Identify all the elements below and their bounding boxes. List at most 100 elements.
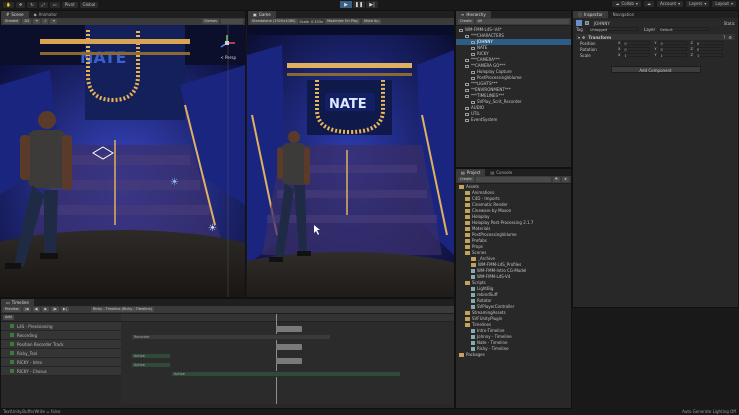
- layers-dropdown[interactable]: Layers ▾: [686, 1, 710, 7]
- tab-hierarchy[interactable]: ≡ Hierarchy: [456, 11, 491, 18]
- tab-inspector[interactable]: ⓘ Inspector: [573, 11, 608, 18]
- timeline-track[interactable]: Recording: [1, 331, 121, 340]
- next-frame-icon[interactable]: |▶: [51, 307, 59, 312]
- timeline-track[interactable]: Position Recorder Track: [1, 340, 121, 349]
- layout-dropdown[interactable]: Layout ▾: [712, 1, 736, 7]
- toolbar-right: ☁ Collab ▾ ☁ Account ▾ Layers ▾ Layout ▾: [612, 1, 736, 7]
- timeline-asset-dropdown[interactable]: Ricky - Timeline (Ricky - Timeline): [90, 307, 155, 312]
- hand-tool-button[interactable]: ✋: [3, 1, 14, 8]
- hierarchy-tabbar: ≡ Hierarchy: [456, 11, 571, 18]
- add-track-dropdown[interactable]: Add: [3, 315, 14, 320]
- timeline-track[interactable]: RICKY - Intro: [1, 358, 121, 367]
- timeline-track[interactable]: RICKY - Chorus: [1, 367, 121, 376]
- y-field[interactable]: 1: [658, 52, 687, 58]
- project-item[interactable]: Packages: [456, 352, 571, 358]
- x-field[interactable]: 0: [622, 46, 651, 52]
- go-start-icon[interactable]: |◀: [22, 307, 31, 312]
- collab-button[interactable]: ☁ Collab ▾: [612, 1, 641, 7]
- scene-viewport[interactable]: NATE ☀ ☀ < Persp: [0, 25, 245, 297]
- x-field[interactable]: 1: [622, 52, 651, 58]
- add-component-button[interactable]: Add Component: [610, 66, 701, 73]
- global-toggle[interactable]: Global: [79, 1, 99, 8]
- shading-dropdown[interactable]: Shaded: [3, 19, 21, 24]
- filter-icon[interactable]: ⚑: [552, 177, 560, 182]
- timeline-track[interactable]: L4S - Previsioning: [1, 322, 121, 331]
- timeline-clip-block[interactable]: [276, 326, 302, 332]
- play-button[interactable]: ▶: [340, 1, 352, 8]
- step-button[interactable]: ▶|: [366, 1, 378, 8]
- object-header: JOHNNY Static: [576, 20, 735, 26]
- cloud-icon[interactable]: ☁: [643, 1, 654, 7]
- rect-tool-button[interactable]: ▭: [49, 1, 60, 8]
- project-search-input[interactable]: [475, 177, 551, 182]
- scene-search-input[interactable]: [221, 19, 243, 24]
- tab-animator[interactable]: ◆ Animator: [29, 11, 62, 18]
- display-dropdown[interactable]: Standalone (1920x1080): [250, 19, 298, 24]
- timeline-clip-block[interactable]: [276, 358, 302, 364]
- game-render: NATE: [247, 25, 454, 297]
- tab-animator-label: Animator: [38, 12, 58, 17]
- toggle-2d-button[interactable]: 2D: [22, 19, 32, 24]
- pivot-toggle[interactable]: Pivot: [61, 1, 78, 8]
- tab-hierarchy-label: Hierarchy: [466, 12, 486, 17]
- effects-icon[interactable]: ✦: [50, 19, 58, 24]
- z-field[interactable]: 0: [694, 46, 723, 52]
- pause-button[interactable]: ❚❚: [353, 1, 365, 8]
- timeline-track-label: Position Recorder Track: [17, 341, 64, 347]
- timeline-clip[interactable]: Active: [131, 353, 171, 359]
- object-name-field[interactable]: JOHNNY: [592, 20, 721, 26]
- persp-label[interactable]: < Persp: [220, 55, 236, 60]
- settings-icon[interactable]: ⚙: [728, 35, 732, 40]
- z-field[interactable]: 0: [694, 40, 723, 46]
- z-field[interactable]: 1: [694, 52, 723, 58]
- maximize-on-play-toggle[interactable]: Maximize On Play: [325, 19, 361, 24]
- mute-audio-toggle[interactable]: Mute Au: [362, 19, 381, 24]
- timeline-body: Add L4S - Previsioning Recording Position …: [1, 314, 454, 404]
- tab-game[interactable]: ▣ Game: [248, 11, 276, 18]
- static-checkbox[interactable]: Static: [724, 21, 735, 26]
- tab-timeline[interactable]: ▭ Timeline: [1, 299, 34, 306]
- status-message[interactable]: TextUnity.BufferWrite = false: [0, 409, 60, 414]
- scale-tool-button[interactable]: ⤢: [38, 1, 48, 8]
- tag-dropdown[interactable]: Untagged: [588, 26, 638, 32]
- timeline-track[interactable]: Ricky_Tsol: [1, 349, 121, 358]
- lighting-icon[interactable]: ☀: [33, 19, 41, 24]
- layer-dropdown[interactable]: Default: [658, 26, 708, 32]
- account-dropdown[interactable]: Account ▾: [656, 1, 684, 7]
- help-icon[interactable]: ?: [723, 35, 725, 40]
- gizmos-dropdown[interactable]: Gizmos: [202, 19, 219, 24]
- timeline-clip[interactable]: Recorder: [131, 334, 331, 340]
- timeline-clip-block[interactable]: [276, 344, 302, 350]
- audio-icon[interactable]: ♪: [42, 19, 49, 24]
- time-ruler[interactable]: [121, 314, 454, 322]
- scale-value[interactable]: 0.333x: [311, 20, 323, 24]
- game-viewport[interactable]: NATE: [247, 25, 454, 297]
- gameobject-icon: [465, 118, 469, 122]
- hierarchy-create-dropdown[interactable]: Create: [458, 19, 474, 24]
- move-tool-button[interactable]: ✥: [15, 1, 26, 8]
- y-field[interactable]: 0: [658, 46, 687, 52]
- rotate-tool-button[interactable]: ↻: [27, 1, 37, 8]
- hierarchy-item[interactable]: EventSystem: [456, 117, 571, 123]
- tab-project[interactable]: ▤ Project: [456, 169, 486, 176]
- account-label: Account: [659, 1, 677, 6]
- layout-label: Layout: [715, 1, 729, 6]
- project-create-dropdown[interactable]: Create: [458, 177, 474, 182]
- x-field[interactable]: 0: [622, 40, 651, 46]
- tab-console[interactable]: ▤ Console: [485, 169, 517, 176]
- folder-icon: [465, 251, 470, 255]
- clip-area[interactable]: Recorder Active Active Active: [121, 314, 454, 404]
- hierarchy-search-input[interactable]: All: [475, 19, 569, 24]
- active-checkbox[interactable]: [585, 21, 589, 25]
- timeline-play-icon[interactable]: ▶: [42, 307, 50, 312]
- go-end-icon[interactable]: ▶|: [60, 307, 69, 312]
- preview-toggle[interactable]: Preview: [3, 307, 21, 312]
- tab-navigation[interactable]: Navigation: [608, 11, 640, 18]
- star-icon[interactable]: ★: [561, 177, 569, 182]
- y-field[interactable]: 0: [658, 40, 687, 46]
- prev-frame-icon[interactable]: ◀|: [32, 307, 41, 312]
- timeline-clip[interactable]: Active: [171, 371, 401, 377]
- orientation-gizmo[interactable]: [217, 33, 237, 53]
- tab-scene[interactable]: # Scene: [1, 11, 29, 18]
- timeline-clip[interactable]: Active: [131, 362, 171, 368]
